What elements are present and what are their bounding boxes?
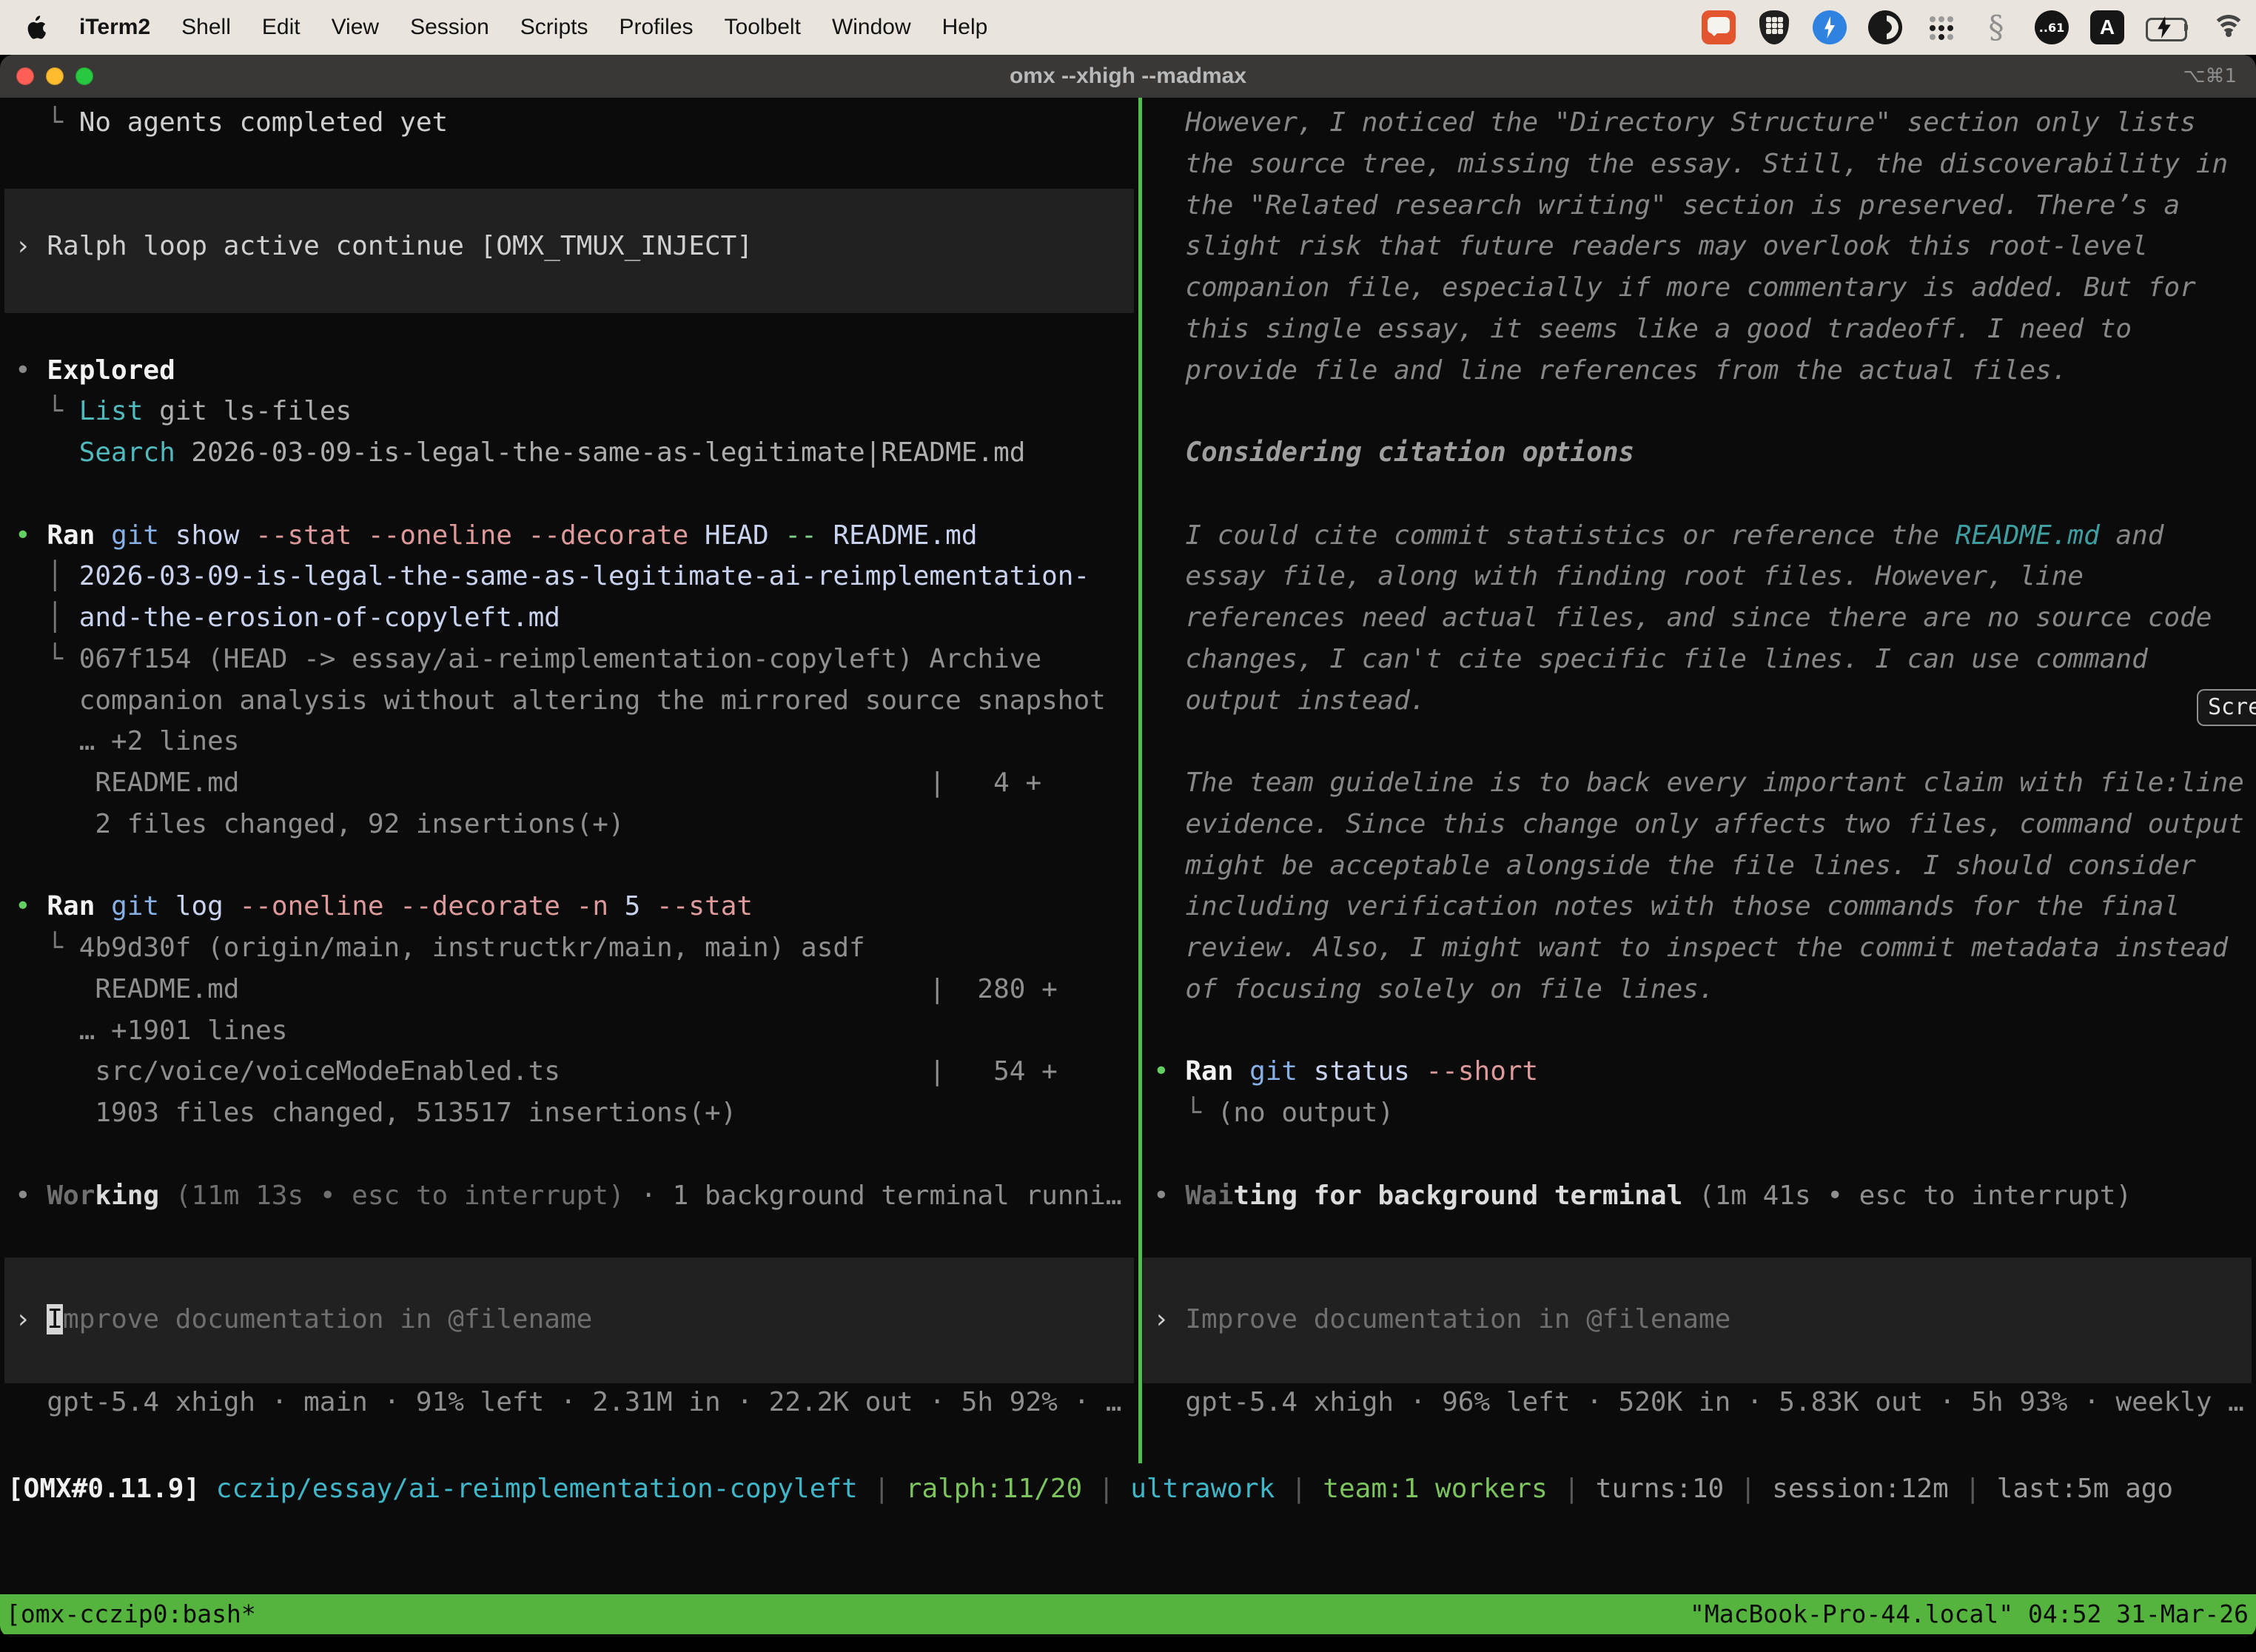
terminal-line: └ 067f154 (HEAD -> essay/ai-reimplementa… xyxy=(0,639,1138,680)
terminal-line: └ List git ls-files xyxy=(0,391,1138,432)
terminal-line: └ 4b9d30f (origin/main, instructkr/main,… xyxy=(0,927,1138,969)
terminal-line: └ (no output) xyxy=(1138,1092,2256,1134)
terminal-line: │ 2026-03-09-is-legal-the-same-as-legiti… xyxy=(0,556,1138,597)
zoom-button[interactable] xyxy=(75,67,93,85)
terminal-line: › Ralph loop active continue [OMX_TMUX_I… xyxy=(0,226,1138,267)
terminal-line: 2 files changed, 92 insertions(+) xyxy=(0,804,1138,845)
terminal-line: I could cite commit statistics or refere… xyxy=(1138,515,2256,557)
terminal-line: Search 2026-03-09-is-legal-the-same-as-l… xyxy=(0,432,1138,474)
terminal-line: review. Also, I might want to inspect th… xyxy=(1138,927,2256,969)
terminal-line: › Improve documentation in @filename xyxy=(0,1299,1138,1340)
window-title: omx --xhigh --madmax xyxy=(1010,64,1246,89)
menu-item-toolbelt[interactable]: Toolbelt xyxy=(725,15,801,40)
terminal-line: companion file, especially if more comme… xyxy=(1138,267,2256,309)
terminal-line: • Ran git log --oneline --decorate -n 5 … xyxy=(0,886,1138,927)
menu-item-shell[interactable]: Shell xyxy=(181,15,231,40)
terminal-line: … +1901 lines xyxy=(0,1010,1138,1052)
desktop: { "menubar": { "items": ["iTerm2", "Shel… xyxy=(0,0,2256,1652)
menu-item-session[interactable]: Session xyxy=(410,15,489,40)
minimize-button[interactable] xyxy=(46,67,64,85)
percent-61-icon[interactable]: ..61 xyxy=(2035,10,2069,44)
terminal-line: provide file and line references from th… xyxy=(1138,350,2256,392)
apple-logo-icon[interactable] xyxy=(27,16,47,39)
menu-item-window[interactable]: Window xyxy=(832,15,911,40)
terminal-line: … +2 lines xyxy=(0,721,1138,762)
disk-pie-icon[interactable] xyxy=(1868,10,1902,44)
left-pane[interactable]: └ No agents completed yet › Ralph loop ac… xyxy=(0,98,1138,1474)
terminal-line: essay file, along with finding root file… xyxy=(1138,556,2256,597)
dots-grid-icon[interactable] xyxy=(1924,10,1958,44)
terminal-line: this single essay, it seems like a good … xyxy=(1138,309,2256,350)
tmux-session-label: [omx-cczip0:bash* xyxy=(6,1594,256,1634)
terminal-line: However, I noticed the "Directory Struct… xyxy=(1138,102,2256,144)
omx-status-bar: [OMX#0.11.9] cczip/essay/ai-reimplementa… xyxy=(0,1468,2256,1510)
terminal-line: output instead. xyxy=(1138,680,2256,722)
terminal-line: • Waiting for background terminal (1m 41… xyxy=(1138,1175,2256,1217)
menu-item-edit[interactable]: Edit xyxy=(262,15,301,40)
menu-item-view[interactable]: View xyxy=(332,15,379,40)
terminal-line: │ and-the-erosion-of-copyleft.md xyxy=(0,597,1138,639)
terminal-content: └ No agents completed yet › Ralph loop ac… xyxy=(0,98,2256,1637)
terminal-line: README.md | 4 + xyxy=(0,762,1138,804)
terminal-line: gpt-5.4 xhigh · 96% left · 520K in · 5.8… xyxy=(1138,1382,2256,1423)
menu-item-profiles[interactable]: Profiles xyxy=(619,15,693,40)
keyboard-a-icon[interactable]: A xyxy=(2090,10,2124,44)
menu-bar: iTerm2 Shell Edit View Session Scripts Profile… xyxy=(0,0,2256,55)
close-button[interactable] xyxy=(16,67,34,85)
iterm-window: omx --xhigh --madmax ⌥⌘1 └ No agents com… xyxy=(0,55,2256,1637)
terminal-line: the "Related research writing" section i… xyxy=(1138,185,2256,226)
wifi-icon[interactable] xyxy=(2212,10,2246,44)
terminal-line: The team guideline is to back every impo… xyxy=(1138,762,2256,804)
right-pane[interactable]: However, I noticed the "Directory Struct… xyxy=(1138,98,2256,1474)
squiggle-icon[interactable]: § xyxy=(1979,10,2013,44)
title-bar[interactable]: omx --xhigh --madmax ⌥⌘1 xyxy=(0,55,2256,98)
terminal-line: • Ran git show --stat --oneline --decora… xyxy=(0,515,1138,557)
menu-item-scripts[interactable]: Scripts xyxy=(520,15,588,40)
terminal-line: README.md | 280 + xyxy=(0,969,1138,1010)
terminal-line: slight risk that future readers may over… xyxy=(1138,226,2256,267)
screen-share-overlay[interactable]: Scre xyxy=(2197,689,2256,726)
window-shortcut-badge: ⌥⌘1 xyxy=(2183,55,2237,98)
menu-items: iTerm2 Shell Edit View Session Scripts Profile… xyxy=(79,15,987,40)
terminal-line: • Ran git status --short xyxy=(1138,1051,2256,1092)
shield-grid-icon[interactable] xyxy=(1759,10,1789,44)
traffic-lights xyxy=(16,67,93,85)
terminal-line: Considering citation options xyxy=(1138,432,2256,474)
tmux-host-clock-label: "MacBook-Pro-44.local" 04:52 31-Mar-26 xyxy=(1690,1594,2249,1634)
menubar-status-icons: § ..61 A xyxy=(1702,0,2246,55)
terminal-line: evidence. Since this change only affects… xyxy=(1138,804,2256,845)
blue-badge-icon[interactable] xyxy=(1813,10,1847,44)
terminal-line: • Working (11m 13s • esc to interrupt) ·… xyxy=(0,1175,1138,1217)
terminal-line: the source tree, missing the essay. Stil… xyxy=(1138,144,2256,185)
terminal-line: might be acceptable alongside the file l… xyxy=(1138,845,2256,887)
terminal-line: gpt-5.4 xhigh · main · 91% left · 2.31M … xyxy=(0,1382,1138,1423)
menu-item-help[interactable]: Help xyxy=(942,15,988,40)
terminal-line: src/voice/voiceModeEnabled.ts | 54 + xyxy=(0,1051,1138,1092)
tmux-status-bar: [omx-cczip0:bash* "MacBook-Pro-44.local"… xyxy=(0,1594,2256,1634)
terminal-line: of focusing solely on file lines. xyxy=(1138,969,2256,1010)
terminal-line: including verification notes with those … xyxy=(1138,886,2256,927)
menu-item-iterm2[interactable]: iTerm2 xyxy=(79,15,150,40)
terminal-line: changes, I can't cite specific file line… xyxy=(1138,639,2256,680)
terminal-line: └ No agents completed yet xyxy=(0,102,1138,144)
terminal-line: references need actual files, and since … xyxy=(1138,597,2256,639)
terminal-line: companion analysis without altering the … xyxy=(0,680,1138,722)
terminal-line: › Improve documentation in @filename xyxy=(1138,1299,2256,1340)
terminal-line: • Explored xyxy=(0,350,1138,392)
battery-icon[interactable] xyxy=(2146,10,2190,44)
chat-bubble-icon[interactable] xyxy=(1702,10,1736,44)
terminal-line: 1903 files changed, 513517 insertions(+) xyxy=(0,1092,1138,1134)
